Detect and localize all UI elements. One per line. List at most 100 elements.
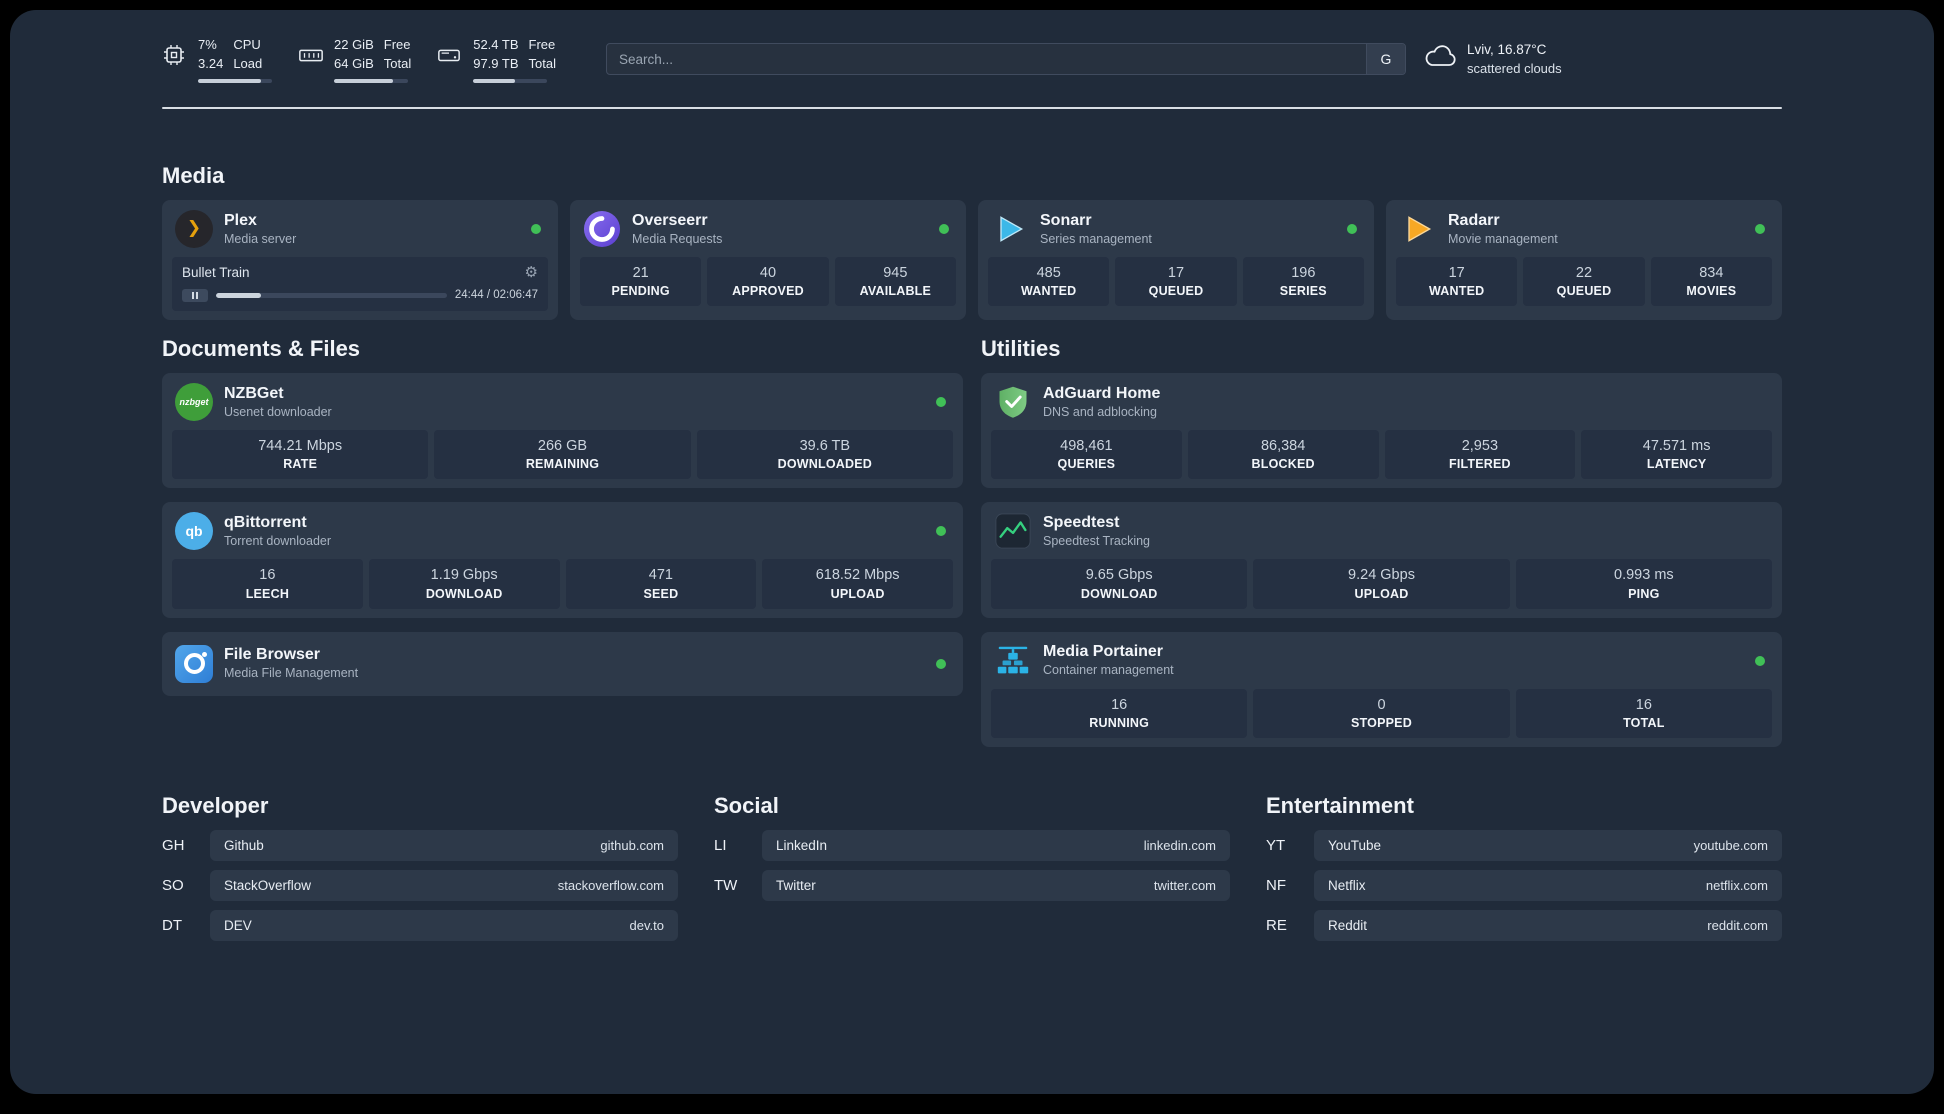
pause-button[interactable] [182, 288, 208, 302]
app-title-qbittorrent: qBittorrent [224, 514, 307, 531]
bookmark-link-dev[interactable]: DEV dev.to [210, 910, 678, 941]
bookmark-link-stackoverflow[interactable]: StackOverflow stackoverflow.com [210, 870, 678, 901]
bookmark-link-netflix[interactable]: Netflix netflix.com [1314, 870, 1782, 901]
stat-tile-seed: 471 SEED [565, 559, 757, 609]
stat-label: DOWNLOAD [1080, 586, 1158, 601]
stat-value: 1.19 Gbps [430, 567, 498, 584]
track-title: Bullet Train [182, 264, 250, 280]
filebrowser-icon [175, 644, 213, 683]
stat-label: QUEUED [1148, 284, 1204, 299]
section-heading-documents: Documents & Files [162, 335, 361, 361]
stat-tile-latency: 47.571 ms LATENCY [1581, 429, 1772, 480]
search-engine-button[interactable]: G [1365, 44, 1405, 75]
stat-tile-wanted: 17 WANTED [1396, 256, 1518, 307]
app-card-overseerr[interactable]: Overseerr Media Requests 21 PENDING 40 A… [570, 199, 966, 320]
app-card-adguard[interactable]: AdGuard Home DNS and adblocking 498,461 … [981, 372, 1782, 489]
stat-value: 2,953 [1461, 437, 1499, 454]
app-card-nzbget[interactable]: nzbget NZBGet Usenet downloader 744.21 M… [162, 372, 963, 489]
stat-tile-downloaded: 39.6 TB DOWNLOADED [696, 429, 953, 480]
memory-total-value: 64 GiB [334, 55, 374, 71]
overseerr-icon [583, 210, 621, 248]
stat-tile-blocked: 86,384 BLOCKED [1187, 429, 1379, 480]
app-subtitle-filebrowser: Media File Management [224, 666, 359, 681]
stat-label: STOPPED [1351, 716, 1412, 731]
cpu-label: CPU [233, 37, 261, 52]
bookmark-dev: DT DEV dev.to [162, 910, 678, 941]
app-title-sonarr: Sonarr [1040, 211, 1092, 229]
stat-value: 16 [259, 567, 276, 584]
app-card-qbittorrent[interactable]: qb qBittorrent Torrent downloader 16 LEE… [162, 502, 963, 618]
stat-tile-queries: 498,461 QUERIES [991, 429, 1182, 480]
gear-icon[interactable]: ⚙ [525, 265, 538, 280]
bookmark-link-twitter[interactable]: Twitter twitter.com [762, 870, 1230, 901]
stat-value: 834 [1699, 264, 1724, 281]
stat-value: 485 [1036, 264, 1061, 281]
stat-label: SEED [643, 586, 679, 601]
app-subtitle-portainer: Container management [1043, 663, 1174, 678]
app-card-sonarr[interactable]: Sonarr Series management 485 WANTED 17 Q… [978, 199, 1374, 320]
stat-tile-remaining: 266 GB REMAINING [434, 429, 691, 480]
app-title-speedtest: Speedtest [1043, 514, 1120, 531]
storage-total-value: 97.9 TB [473, 55, 519, 71]
status-dot [936, 526, 946, 537]
search-input[interactable] [605, 43, 1406, 76]
cloud-icon [1422, 44, 1458, 75]
stat-value: 16 [1111, 696, 1128, 713]
bookmark-link-github[interactable]: Github github.com [210, 830, 678, 861]
playback-progress-bar[interactable] [216, 292, 447, 298]
stat-value: 744.21 Mbps [258, 437, 343, 454]
stat-label: FILTERED [1448, 457, 1511, 472]
stat-tile-approved: 40 APPROVED [707, 256, 829, 307]
stat-value: 498,461 [1060, 437, 1113, 454]
bookmark-link-linkedin[interactable]: LinkedIn linkedin.com [762, 830, 1230, 861]
stat-tile-stopped: 0 STOPPED [1253, 688, 1510, 738]
cpu-load-label: Load [233, 55, 263, 71]
app-title-radarr: Radarr [1448, 211, 1500, 229]
stat-tile-ping: 0.993 ms PING [1515, 559, 1772, 609]
stat-value: 0.993 ms [1614, 567, 1674, 584]
stat-value: 86,384 [1260, 437, 1306, 454]
bookmark-link-youtube[interactable]: YouTube youtube.com [1314, 830, 1782, 861]
nzbget-icon: nzbget [175, 382, 213, 421]
app-card-filebrowser[interactable]: File Browser Media File Management [162, 631, 963, 696]
stat-value: 196 [1291, 264, 1316, 281]
status-dot [1755, 655, 1765, 666]
bookmark-abbr: TW [714, 877, 738, 894]
stat-value: 21 [632, 264, 649, 281]
top-bar: 7% 3.24 CPU Load 22 GiB 64 GiB Free Tota… [162, 10, 1782, 83]
storage-icon [437, 43, 463, 67]
bookmark-stackoverflow: SO StackOverflow stackoverflow.com [162, 870, 678, 901]
app-card-portainer[interactable]: Media Portainer Container management 16 … [981, 631, 1782, 747]
section-heading-media: Media [162, 162, 225, 188]
stat-value: 16 [1635, 696, 1652, 713]
weather-condition: scattered clouds [1466, 60, 1562, 76]
memory-icon [298, 43, 324, 67]
stat-label: LATENCY [1646, 457, 1707, 472]
stat-value: 40 [759, 264, 777, 281]
dashboard: 7% 3.24 CPU Load 22 GiB 64 GiB Free Tota… [10, 10, 1934, 1094]
stat-value: 17 [1167, 264, 1185, 281]
cpu-percent: 7% [198, 37, 217, 52]
weather-widget[interactable]: Lviv, 16.87°C scattered clouds [1422, 41, 1562, 78]
stat-value: 47.571 ms [1642, 437, 1711, 454]
speedtest-icon [994, 512, 1032, 550]
app-card-speedtest[interactable]: Speedtest Speedtest Tracking 9.65 Gbps D… [981, 502, 1782, 618]
app-card-radarr[interactable]: Radarr Movie management 17 WANTED 22 QUE… [1386, 199, 1782, 320]
app-card-plex[interactable]: ❯ Plex Media server Bullet Train ⚙ 24:44… [162, 199, 558, 320]
bookmark-netflix: NF Netflix netflix.com [1266, 870, 1782, 901]
bookmark-abbr: NF [1266, 877, 1286, 894]
stat-value: 22 [1575, 264, 1593, 281]
memory-total-label: Total [383, 55, 412, 71]
status-dot [936, 658, 946, 669]
stat-tile-series: 196 SERIES [1242, 256, 1364, 307]
header-divider [162, 106, 1782, 109]
stat-tile-filtered: 2,953 FILTERED [1384, 429, 1576, 480]
stat-value: 618.52 Mbps [815, 567, 900, 584]
app-title-nzbget: NZBGet [224, 384, 284, 402]
section-social: Social LI LinkedIn linkedin.com TW Twitt… [714, 793, 1230, 950]
stat-value: 471 [648, 567, 673, 584]
stat-tile-movies: 834 MOVIES [1650, 256, 1772, 307]
stat-label: AVAILABLE [859, 284, 932, 299]
app-subtitle-nzbget: Usenet downloader [224, 404, 332, 419]
bookmark-link-reddit[interactable]: Reddit reddit.com [1314, 910, 1782, 941]
